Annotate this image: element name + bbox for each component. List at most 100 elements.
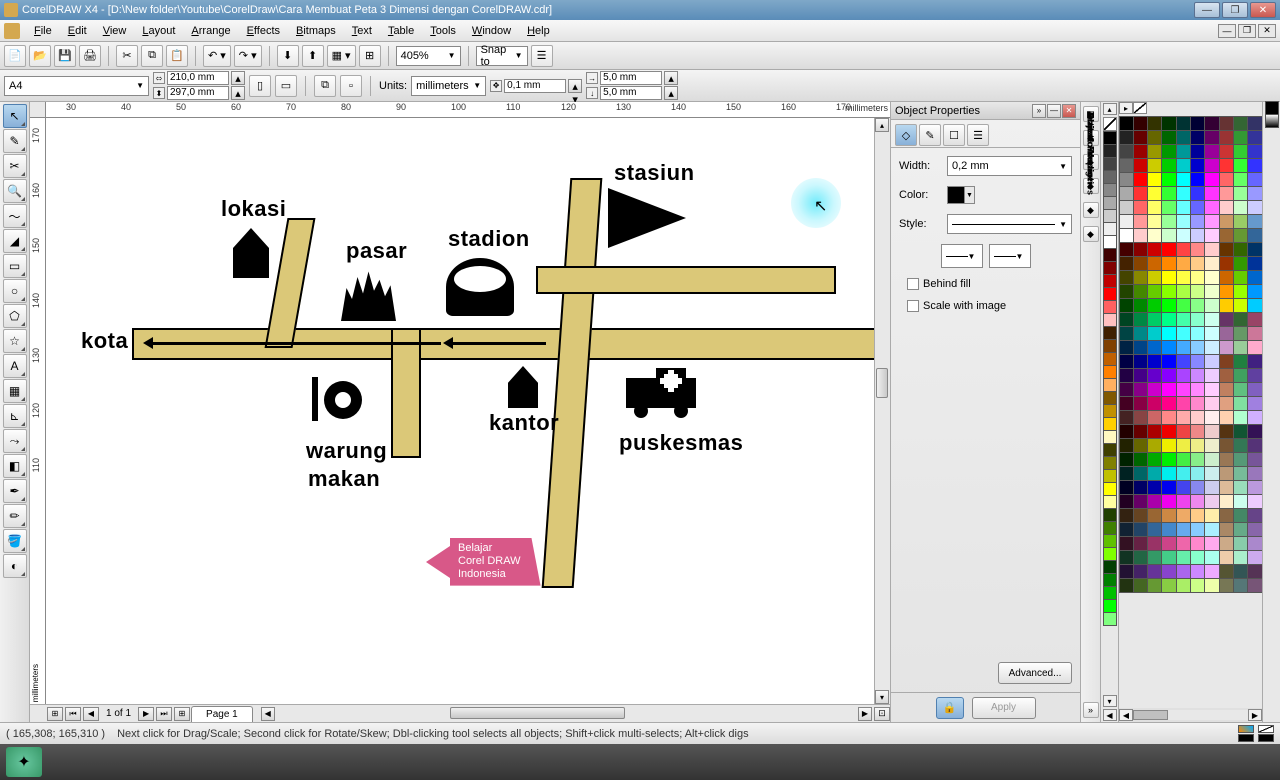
menu-arrange[interactable]: Arrange — [183, 23, 238, 39]
color-swatch[interactable] — [1147, 298, 1162, 313]
color-swatch[interactable] — [1190, 522, 1205, 537]
palette-down-button[interactable]: ▾ — [1103, 695, 1117, 707]
color-swatch[interactable] — [1176, 214, 1191, 229]
color-swatch[interactable] — [1119, 256, 1134, 271]
color-swatch[interactable] — [1233, 550, 1248, 565]
color-swatch[interactable] — [1233, 116, 1248, 131]
color-swatch[interactable] — [1119, 326, 1134, 341]
color-swatch[interactable] — [1176, 368, 1191, 383]
color-swatch[interactable] — [1119, 144, 1134, 159]
color-swatch[interactable] — [1161, 410, 1176, 425]
color-swatch[interactable] — [1133, 368, 1148, 383]
new-button[interactable]: 📄 — [4, 45, 26, 67]
color-swatch[interactable] — [1147, 130, 1162, 145]
color-swatch[interactable] — [1133, 242, 1148, 257]
color-swatch[interactable] — [1119, 494, 1134, 509]
color-swatch[interactable] — [1161, 396, 1176, 411]
color-swatch[interactable] — [1161, 494, 1176, 509]
color-swatch[interactable] — [1147, 564, 1162, 579]
shape-tool[interactable]: ✎ — [3, 129, 27, 153]
color-swatch[interactable] — [1119, 214, 1134, 229]
color-swatch[interactable] — [1233, 382, 1248, 397]
close-button[interactable]: ✕ — [1250, 2, 1276, 18]
label-makan[interactable]: makan — [308, 466, 380, 492]
color-swatch[interactable] — [1233, 396, 1248, 411]
color-swatch[interactable] — [1233, 158, 1248, 173]
color-swatch[interactable] — [1147, 340, 1162, 355]
color-swatch[interactable] — [1161, 466, 1176, 481]
color-swatch[interactable] — [1161, 214, 1176, 229]
color-swatch[interactable] — [1133, 298, 1148, 313]
color-swatch[interactable] — [1161, 578, 1176, 593]
promo-banner[interactable]: BelajarCorel DRAWIndonesia — [426, 538, 541, 586]
color-swatch[interactable] — [1247, 312, 1262, 327]
color-swatch[interactable] — [1204, 466, 1219, 481]
color-swatch[interactable] — [1233, 326, 1248, 341]
color-swatch[interactable] — [1119, 172, 1134, 187]
color-swatch[interactable] — [1176, 466, 1191, 481]
color-swatch[interactable] — [1147, 284, 1162, 299]
color-swatch[interactable] — [1247, 536, 1262, 551]
menu-file[interactable]: File — [26, 23, 60, 39]
color-swatch[interactable] — [1161, 354, 1176, 369]
color-swatch[interactable] — [1147, 158, 1162, 173]
color-swatch[interactable] — [1176, 480, 1191, 495]
color-swatch[interactable] — [1190, 410, 1205, 425]
color-swatch[interactable] — [1204, 270, 1219, 285]
color-swatch[interactable] — [1176, 438, 1191, 453]
color-swatch[interactable] — [1119, 410, 1134, 425]
color-swatch[interactable] — [1103, 443, 1117, 457]
color-swatch[interactable] — [1204, 368, 1219, 383]
fill-tab[interactable]: ✎ — [919, 124, 941, 146]
color-swatch[interactable] — [1147, 508, 1162, 523]
color-swatch[interactable] — [1190, 270, 1205, 285]
color-swatch[interactable] — [1204, 312, 1219, 327]
color-swatch[interactable] — [1133, 256, 1148, 271]
color-swatch[interactable] — [1176, 144, 1191, 159]
color-swatch[interactable] — [1176, 158, 1191, 173]
color-swatch[interactable] — [1133, 200, 1148, 215]
color-swatch[interactable] — [1219, 270, 1234, 285]
color-swatch[interactable] — [1233, 228, 1248, 243]
save-button[interactable]: 💾 — [54, 45, 76, 67]
color-swatch[interactable] — [1176, 578, 1191, 593]
color-swatch[interactable] — [1176, 382, 1191, 397]
color-swatch[interactable] — [1247, 298, 1262, 313]
color-swatch[interactable] — [1204, 424, 1219, 439]
page-width-input[interactable]: 210,0 mm — [167, 71, 229, 85]
fill-outline-indicator[interactable] — [1238, 725, 1254, 742]
color-swatch[interactable] — [1161, 550, 1176, 565]
color-swatch[interactable] — [1147, 368, 1162, 383]
color-swatch[interactable] — [1161, 228, 1176, 243]
color-swatch[interactable] — [1233, 354, 1248, 369]
color-swatch[interactable] — [1190, 550, 1205, 565]
color-swatch[interactable] — [1119, 130, 1134, 145]
color-swatch[interactable] — [1233, 438, 1248, 453]
color-swatch[interactable] — [1147, 466, 1162, 481]
behind-fill-checkbox[interactable]: Behind fill — [899, 278, 1072, 290]
color-swatch[interactable] — [1119, 480, 1134, 495]
color-swatch[interactable] — [1161, 172, 1176, 187]
advanced-button[interactable]: Advanced... — [998, 662, 1072, 684]
color-swatch[interactable] — [1133, 396, 1148, 411]
color-swatch[interactable] — [1119, 200, 1134, 215]
color-swatch[interactable] — [1133, 284, 1148, 299]
docker-titlebar[interactable]: Object Properties » — ✕ — [891, 102, 1080, 120]
polygon-tool[interactable]: ⬠ — [3, 304, 27, 328]
color-swatch[interactable] — [1147, 270, 1162, 285]
color-swatch[interactable] — [1147, 396, 1162, 411]
color-swatch[interactable] — [1103, 586, 1117, 600]
color-swatch[interactable] — [1133, 144, 1148, 159]
export-button[interactable]: ⬆ — [302, 45, 324, 67]
color-swatch[interactable] — [1133, 214, 1148, 229]
color-swatch[interactable] — [1133, 270, 1148, 285]
color-swatch[interactable] — [1103, 560, 1117, 574]
color-swatch[interactable] — [1219, 116, 1234, 131]
color-swatch[interactable] — [1161, 536, 1176, 551]
color-swatch[interactable] — [1190, 382, 1205, 397]
color-swatch[interactable] — [1190, 130, 1205, 145]
color-swatch[interactable] — [1176, 452, 1191, 467]
menu-table[interactable]: Table — [380, 23, 422, 39]
color-swatch[interactable] — [1176, 130, 1191, 145]
color-swatch[interactable] — [1176, 312, 1191, 327]
